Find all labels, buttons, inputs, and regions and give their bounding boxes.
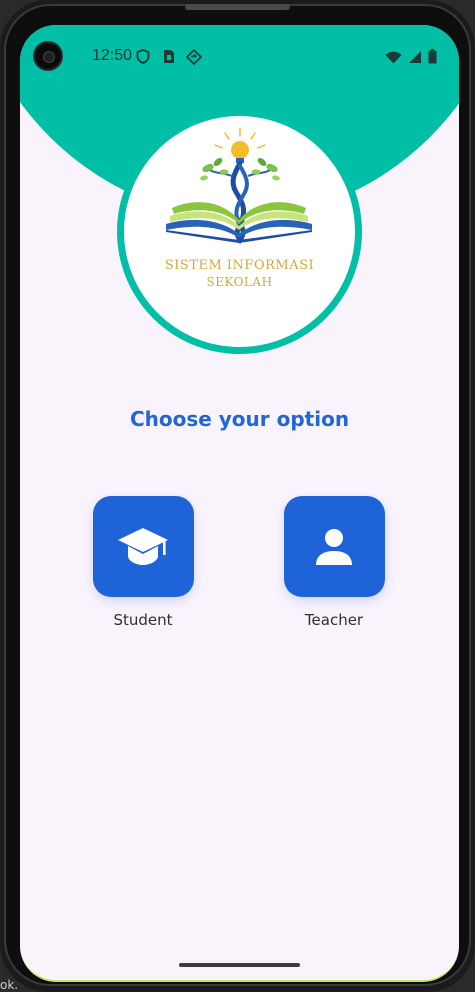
shield-icon	[136, 49, 150, 68]
corner-text: ok.	[0, 978, 19, 992]
battery-icon	[428, 49, 437, 68]
phone-frame: 12:50 SISTEM INFORMASI SEKOLAH Choose yo…	[0, 0, 475, 992]
page-title: Choose your option	[129, 407, 350, 431]
app-screen: 12:50 SISTEM INFORMASI SEKOLAH Choose yo…	[20, 25, 459, 982]
status-time: 12:50	[92, 47, 133, 64]
diamond-nav-icon	[185, 48, 203, 69]
home-indicator[interactable]	[179, 963, 300, 967]
student-button[interactable]	[92, 496, 194, 597]
sim-card-icon	[163, 49, 175, 68]
status-bar: 12:50	[20, 25, 459, 87]
teacher-option[interactable]: Teacher	[264, 496, 404, 629]
front-camera	[33, 41, 63, 71]
person-icon	[316, 528, 352, 565]
signal-icon	[408, 49, 422, 68]
school-logo: SISTEM INFORMASI SEKOLAH	[117, 109, 362, 354]
logo-title-line1: SISTEM INFORMASI	[164, 258, 315, 273]
status-right-icons	[385, 49, 437, 68]
logo-title-line2: SEKOLAH	[206, 275, 273, 289]
speaker-grille	[185, 4, 290, 10]
graduation-cap-icon	[118, 527, 168, 565]
student-label: Student	[113, 611, 173, 629]
student-option[interactable]: Student	[73, 496, 213, 629]
teacher-button[interactable]	[283, 496, 385, 597]
logo-badge: SISTEM INFORMASI SEKOLAH	[124, 116, 355, 347]
teacher-label: Teacher	[304, 611, 364, 629]
logo-emblem-icon	[166, 127, 312, 245]
wifi-icon	[385, 49, 402, 68]
